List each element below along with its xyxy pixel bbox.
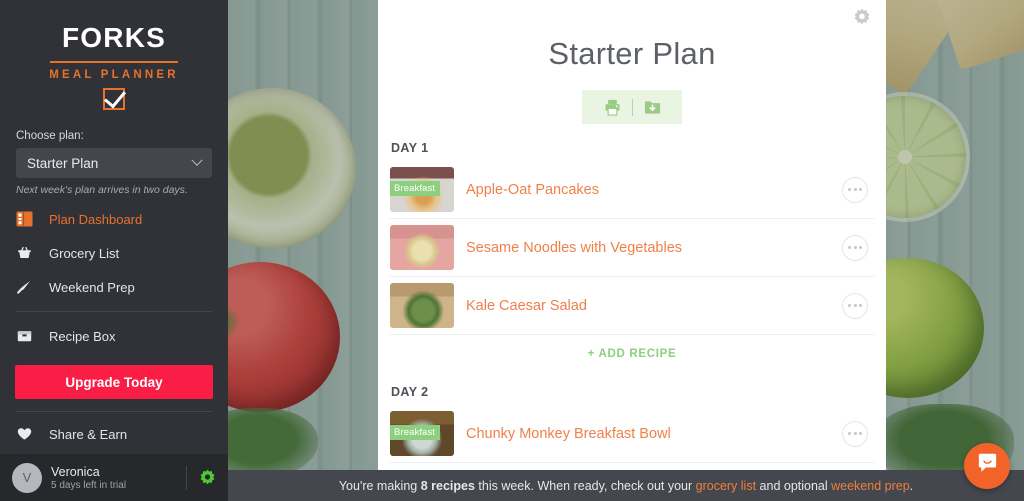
recipe-name[interactable]: Sesame Noodles with Vegetables — [466, 240, 842, 256]
checkbox-checked-icon — [103, 88, 125, 110]
chat-smile-icon — [975, 451, 1000, 481]
sidebar-item-label: Grocery List — [49, 245, 120, 261]
plan-note: Next week's plan arrives in two days. — [16, 184, 188, 196]
grocery-list-link[interactable]: grocery list — [696, 479, 756, 493]
gear-icon[interactable] — [199, 469, 216, 486]
print-plan-button[interactable] — [603, 98, 622, 117]
recipe-name[interactable]: Kale Caesar Salad — [466, 298, 842, 314]
dot-icon — [859, 188, 862, 191]
upgrade-section: Upgrade Today — [0, 353, 228, 399]
avatar: V — [12, 462, 42, 493]
sidebar-item-label: Plan Dashboard — [49, 211, 143, 227]
chevron-down-icon — [191, 154, 203, 166]
user-bar[interactable]: V Veronica 5 days left in trial — [0, 454, 228, 501]
chat-launcher-button[interactable] — [964, 443, 1010, 489]
day-header: DAY 2 — [391, 385, 429, 399]
sidebar-item-plan-dashboard[interactable]: Plan Dashboard — [0, 202, 228, 236]
recipe-thumbnail: Breakfast — [390, 167, 454, 212]
status-middle: this week. When ready, check out your — [474, 478, 696, 493]
upgrade-today-button[interactable]: Upgrade Today — [15, 365, 213, 399]
status-prefix: You're making — [338, 478, 421, 493]
plan-chooser: Choose plan: Starter Plan Next week's pl… — [0, 110, 228, 196]
dot-icon — [853, 304, 857, 307]
recipe-options-button[interactable] — [842, 234, 868, 261]
status-recipe-count: 8 recipes — [420, 478, 475, 493]
sidebar-item-label: Share & Earn — [49, 426, 128, 442]
avocado-half-decor — [228, 88, 356, 248]
knife-icon — [16, 279, 42, 295]
dot-icon — [848, 432, 851, 435]
brand-subtitle: MEAL PLANNER — [49, 69, 179, 81]
share-divider — [16, 411, 212, 412]
heart-icon — [16, 426, 42, 442]
brand-title: FORKS — [62, 22, 166, 53]
recipe-name[interactable]: Chunky Monkey Breakfast Bowl — [466, 426, 842, 442]
recipe-thumbnail — [390, 283, 454, 328]
user-trial-status: 5 days left in trial — [51, 479, 127, 491]
sidebar-item-recipe-box[interactable]: Recipe Box — [0, 319, 228, 353]
app-root: FORKS MEAL PLANNER Choose plan: Starter … — [0, 0, 1024, 501]
sidebar-item-share-earn[interactable]: Share & Earn — [0, 417, 228, 451]
brand-logo: FORKS MEAL PLANNER — [0, 0, 228, 110]
tomato-decor — [228, 262, 340, 412]
gear-icon[interactable] — [853, 8, 871, 31]
recipe-row[interactable]: Breakfast Chunky Monkey Breakfast Bowl — [390, 405, 874, 463]
status-bar: You're making 8 recipes this week. When … — [228, 470, 1024, 501]
sidebar-item-weekend-prep[interactable]: Weekend Prep — [0, 270, 228, 304]
plan-actions — [582, 90, 682, 124]
recipe-box-icon — [16, 328, 42, 344]
meal-plan-list: DAY 1 Breakfast Apple-Oat Pancakes Sesam… — [378, 124, 886, 463]
dot-icon — [859, 304, 862, 307]
meal-type-badge: Breakfast — [390, 425, 441, 440]
day-header: DAY 1 — [391, 141, 429, 155]
recipe-thumbnail — [390, 225, 454, 270]
recipe-name[interactable]: Apple-Oat Pancakes — [466, 182, 842, 198]
recipe-options-button[interactable] — [842, 420, 868, 447]
user-name: Veronica — [51, 464, 100, 479]
status-bar-text: You're making 8 recipes this week. When … — [339, 479, 913, 493]
action-separator — [631, 98, 633, 116]
recipe-row[interactable]: Sesame Noodles with Vegetables — [390, 219, 874, 277]
save-plan-button[interactable] — [643, 98, 662, 117]
plan-select-value: Starter Plan — [27, 155, 99, 171]
plan-chooser-label: Choose plan: — [16, 130, 84, 142]
dot-icon — [848, 246, 851, 249]
page-title: Starter Plan — [548, 36, 716, 71]
plan-select[interactable]: Starter Plan — [16, 148, 212, 178]
dot-icon — [853, 246, 857, 249]
sidebar-nav: Plan Dashboard Grocery List Weekend Prep… — [0, 202, 228, 353]
tomato-stem-decor — [228, 300, 240, 344]
meal-type-badge: Breakfast — [390, 181, 441, 196]
status-conjunction: and optional — [756, 478, 832, 493]
recipe-options-button[interactable] — [842, 176, 868, 203]
recipe-thumbnail: Breakfast — [390, 411, 454, 456]
sidebar-item-label: Weekend Prep — [49, 279, 135, 295]
sidebar-item-grocery-list[interactable]: Grocery List — [0, 236, 228, 270]
recipe-row[interactable]: Breakfast Apple-Oat Pancakes — [390, 161, 874, 219]
dot-icon — [859, 246, 862, 249]
cilantro-left-decor — [228, 408, 318, 470]
dot-icon — [859, 432, 862, 435]
user-meta: Veronica 5 days left in trial — [51, 465, 186, 491]
sidebar-divider — [16, 311, 212, 312]
sidebar-item-label: Recipe Box — [49, 328, 116, 344]
tortilla-chip-b-decor — [928, 0, 1024, 71]
plan-card: Starter Plan DAY 1 Breakfast Apple-Oat P… — [378, 0, 886, 470]
dot-icon — [853, 188, 857, 191]
user-bar-divider — [186, 465, 187, 490]
weekend-prep-link[interactable]: weekend prep — [831, 479, 910, 493]
status-suffix: . — [909, 478, 914, 493]
dot-icon — [848, 304, 851, 307]
dot-icon — [853, 432, 857, 435]
sidebar: FORKS MEAL PLANNER Choose plan: Starter … — [0, 0, 228, 501]
add-recipe-button[interactable]: + ADD RECIPE — [390, 335, 874, 368]
dashboard-icon — [16, 211, 42, 227]
brand-divider — [50, 61, 178, 63]
dot-icon — [848, 188, 851, 191]
recipe-options-button[interactable] — [842, 292, 868, 319]
recipe-row[interactable]: Kale Caesar Salad — [390, 277, 874, 335]
basket-icon — [16, 245, 42, 261]
